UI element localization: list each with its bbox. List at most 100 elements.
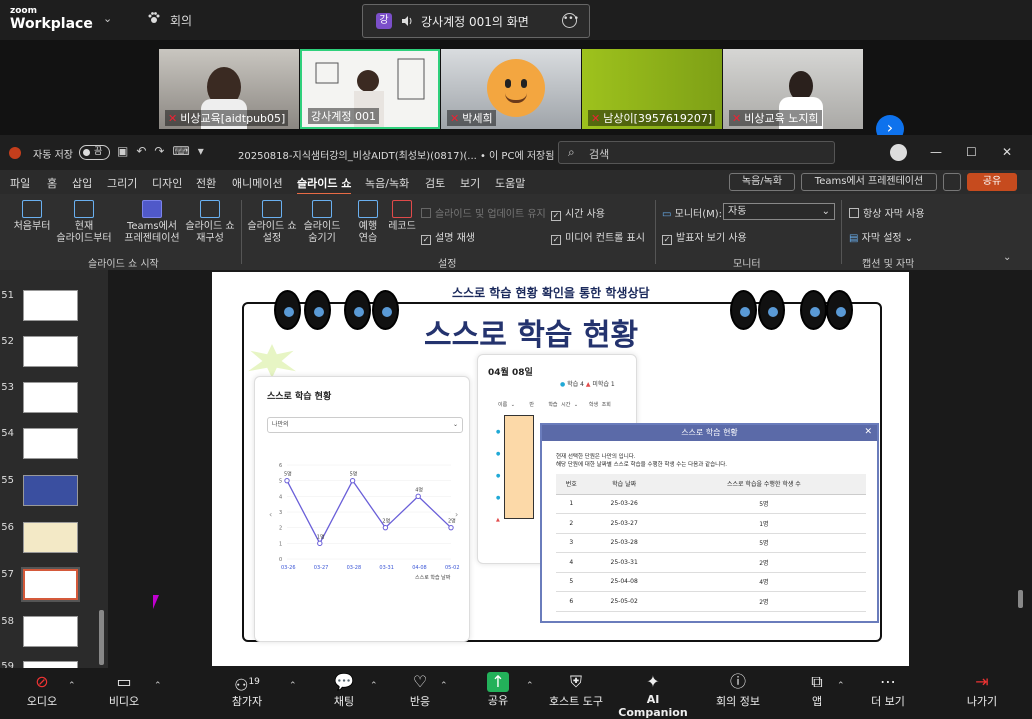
x-tick-label: 04-08 [412,565,427,571]
participant-tile-active[interactable]: 강사계정 001 [300,49,440,129]
teams-present-ribbon-button[interactable]: Teams에서 프레젠테이션 [122,200,182,245]
always-subtitle-checkbox[interactable]: 항상 자막 사용 [849,205,925,220]
custom-show-button[interactable]: 슬라이드 쇼 재구성 [183,200,237,245]
tab-home[interactable]: 홈 [47,175,57,191]
account-avatar[interactable] [890,144,907,161]
y-tick-label: 6 [279,463,282,469]
minimize-icon[interactable]: — [930,145,942,159]
participant-name: 박세희 [462,112,493,125]
custom-show-icon [200,200,220,218]
chevron-down-icon[interactable]: ⌄ [103,12,112,25]
paw-icon [148,12,160,23]
autosave-toggle[interactable]: 끔 [79,145,110,160]
ribbon-collapse-icon[interactable]: ⌄ [1003,252,1011,263]
file-name[interactable]: 20250818-지식샘터강의_비상AIDT(최성보)(0817)(... • … [238,147,554,162]
from-current-button[interactable]: 현재 슬라이드부터 [56,200,112,245]
reactions-button[interactable]: ♡ 반응 ⌃ [380,672,460,709]
slide-thumbnail[interactable] [23,336,78,367]
monitor-select[interactable]: 자동 ⌄ [723,203,835,220]
slide[interactable]: 스스로 학습 현황 확인을 통한 학생상담 스스로 학습 현황 스스로 학습 현… [212,272,909,666]
slide-thumbnail[interactable] [23,522,78,553]
learning-table: 번호 학습 날짜 스스로 학습을 수행한 학생 수 1 25-03-26 5명 22… [556,474,866,612]
learning-status-modal: 스스로 학습 현황 ✕ 현재 선택한 단원은 나만의 입니다. 해당 단원에 대… [540,423,879,623]
slide-number: 55 [1,475,14,486]
use-timing-checkbox[interactable]: ✓ 시간 사용 [551,205,605,221]
rehearse-button[interactable]: 예행 연습 [350,200,386,245]
presenter-view-checkbox[interactable]: ✓ 발표자 보기 사용 [662,229,747,245]
close-icon[interactable]: ✕ [864,427,872,437]
slide-title: 스스로 학습 현황 [424,318,639,353]
search-icon: ⌕ [568,145,575,159]
audio-button[interactable]: ⊘ 오디오 ⌃ [2,672,82,709]
participants-button[interactable]: ⚇19 참가자 ⌃ [207,672,297,709]
search-input[interactable]: ⌕ 검색 [558,141,835,164]
share-screen-button[interactable]: ↑ 공유 ⌃ [458,672,538,708]
slide-thumbnail[interactable] [23,475,78,506]
slide-thumbnail-selected[interactable] [21,567,80,602]
from-start-button[interactable]: 처음부터 [5,200,59,233]
participant-tile[interactable]: ✕ 비상교육 노지희 [723,49,863,129]
participant-name: 비상교육 노지희 [744,112,819,125]
participant-name: 남상이[3957619207] [603,112,713,125]
more-options-icon[interactable]: ••• [562,13,579,28]
slide-thumbnail[interactable] [23,428,78,459]
participant-tile[interactable]: ✕ 비상교육[aidtpub05] [159,49,299,129]
participant-tile[interactable]: ✕ 박세희 [441,49,581,129]
unit-dropdown[interactable]: 나만의 ⌄ [267,417,463,433]
tab-help[interactable]: 도움말 [495,175,525,191]
y-tick-label: 5 [279,479,282,485]
record-button[interactable]: 녹음/녹화 [729,173,795,191]
tab-animations[interactable]: 애니메이션 [232,175,283,191]
eye-decoration [372,290,399,330]
subtitle-settings-button[interactable]: ▤ 자막 설정 ⌄ [849,229,913,244]
slide-thumbnail[interactable] [23,661,78,668]
record-slideshow-button[interactable]: 레코드 [384,200,420,233]
slide-number: 56 [1,522,14,533]
data-point [284,477,290,484]
meeting-info-button[interactable]: ⓘ 회의 정보 [698,672,778,709]
share-button[interactable]: 공유 [967,173,1017,191]
table-row: 2 25-03-27 1명 [556,513,866,534]
canvas-scrollbar-thumb[interactable] [1018,590,1023,608]
meeting-label[interactable]: 회의 [170,12,192,29]
play-narration-checkbox[interactable]: ✓ 설명 재생 [421,229,475,245]
tab-draw[interactable]: 그리기 [107,175,137,191]
mouse-cursor [153,595,165,609]
hide-slide-button[interactable]: 슬라이드 숨기기 [300,200,344,245]
chevron-down-icon: ⌄ [452,421,458,428]
leave-icon: ⇥ [975,672,989,691]
tab-file[interactable]: 파일 [10,175,30,191]
show-media-checkbox[interactable]: ✓ 미디어 컨트롤 표시 [551,229,645,245]
tab-transitions[interactable]: 전환 [196,175,216,191]
tab-view[interactable]: 보기 [460,175,480,191]
apps-button[interactable]: ⧉ 앱 ⌃ [777,672,857,709]
slide-thumbnail[interactable] [23,382,78,413]
scrollbar-thumb[interactable] [99,610,104,665]
close-icon[interactable]: ✕ [1002,145,1012,159]
ribbon-separator [241,200,242,264]
video-button[interactable]: ▭ 비디오 ⌃ [84,672,164,709]
participant-tile[interactable]: ✕ 남상이[3957619207] [582,49,722,129]
setup-show-button[interactable]: 슬라이드 쇼 설정 [246,200,298,245]
quick-access-icons[interactable]: ▣↶↷⌨▾ [117,144,212,158]
thumbnail-scrollbar[interactable] [98,270,105,668]
slide-thumbnail[interactable] [23,290,78,321]
data-point [317,540,323,547]
host-tools-button[interactable]: ⛨ 호스트 도구 [536,672,616,709]
tab-record[interactable]: 녹음/녹화 [365,175,409,191]
tab-insert[interactable]: 삽입 [72,175,92,191]
comments-icon[interactable] [943,173,961,191]
chart-xlabel: 스스로 학습 날짜 [415,575,451,581]
teams-present-button[interactable]: Teams에서 프레젠테이션 [801,173,937,191]
tab-review[interactable]: 검토 [425,175,445,191]
ai-companion-button[interactable]: ✦ AI Companion [612,672,694,719]
chat-button[interactable]: 💬 채팅 ⌃ [304,672,384,709]
slide-thumbnail[interactable] [23,616,78,647]
y-tick-label: 1 [279,541,282,547]
tab-design[interactable]: 디자인 [152,175,182,191]
maximize-icon[interactable]: ☐ [966,145,977,159]
tab-slideshow[interactable]: 슬라이드 쇼 [297,175,352,195]
leave-button[interactable]: ⇥ 나가기 [942,672,1022,709]
chevron-up-icon: ⌃ [154,681,162,691]
more-button[interactable]: ⋯ 더 보기 [848,672,928,709]
